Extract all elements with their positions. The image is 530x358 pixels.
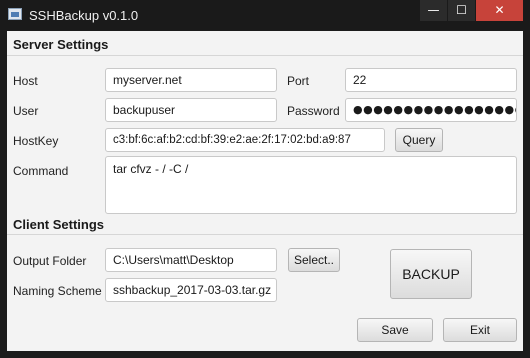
query-button[interactable]: Query <box>395 128 443 152</box>
client-settings-heading: Client Settings <box>13 217 105 232</box>
password-field[interactable]: ●●●●●●●●●●●●●●●●●●●● <box>345 98 517 122</box>
main-panel: Server Settings Host myserver.net Port 2… <box>7 31 523 351</box>
hostkey-field[interactable]: c3:bf:6c:af:b2:cd:bf:39:e2:ae:2f:17:02:b… <box>105 128 385 152</box>
host-field[interactable]: myserver.net <box>105 68 277 92</box>
port-label: Port <box>287 74 310 88</box>
maximize-icon[interactable]: ☐ <box>448 0 475 21</box>
exit-button[interactable]: Exit <box>443 318 517 342</box>
user-label: User <box>13 104 39 118</box>
host-label: Host <box>13 74 38 88</box>
command-label: Command <box>13 164 69 178</box>
window-title: SSHBackup v0.1.0 <box>29 8 139 23</box>
title-bar[interactable]: SSHBackup v0.1.0 — ☐ ✕ <box>0 0 530 30</box>
client-divider <box>7 234 523 235</box>
app-window: SSHBackup v0.1.0 — ☐ ✕ Server Settings H… <box>0 0 530 358</box>
close-icon[interactable]: ✕ <box>476 0 523 21</box>
select-folder-button[interactable]: Select.. <box>288 248 340 272</box>
naming-scheme-label: Naming Scheme <box>13 284 102 298</box>
output-folder-label: Output Folder <box>13 254 87 268</box>
output-folder-field[interactable]: C:\Users\matt\Desktop <box>105 248 277 272</box>
save-button[interactable]: Save <box>357 318 433 342</box>
server-divider <box>7 55 523 56</box>
server-settings-heading: Server Settings <box>13 37 109 52</box>
hostkey-label: HostKey <box>13 134 59 148</box>
minimize-icon[interactable]: — <box>420 0 447 21</box>
password-label: Password <box>287 104 340 118</box>
command-textarea[interactable]: tar cfvz - / -C / <box>105 156 517 214</box>
user-field[interactable]: backupuser <box>105 98 277 122</box>
port-field[interactable]: 22 <box>345 68 517 92</box>
naming-scheme-field[interactable]: sshbackup_2017-03-03.tar.gz <box>105 278 277 302</box>
backup-button[interactable]: BACKUP <box>390 249 472 299</box>
app-window-icon <box>8 8 22 20</box>
